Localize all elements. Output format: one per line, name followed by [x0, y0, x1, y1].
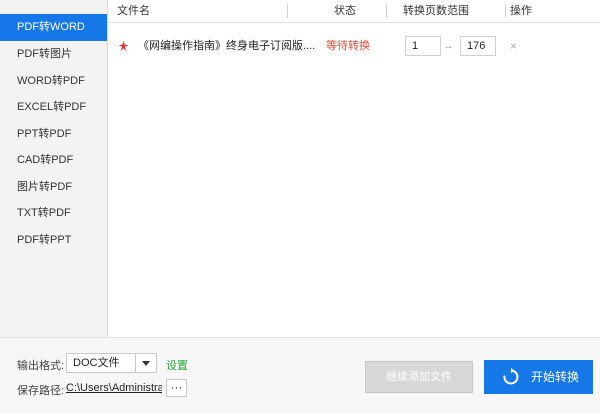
- header-page-range: 转换页数范围: [403, 5, 469, 17]
- start-convert-label: 开始转换: [531, 370, 580, 384]
- sidebar-item-excel-to-pdf[interactable]: EXCEL转PDF: [0, 94, 107, 121]
- sidebar-item-cad-to-pdf[interactable]: CAD转PDF: [0, 147, 107, 174]
- start-page-input[interactable]: [405, 36, 441, 56]
- sidebar-item-txt-to-pdf[interactable]: TXT转PDF: [0, 200, 107, 227]
- output-format-label: 输出格式:: [17, 360, 65, 372]
- column-separator: [505, 4, 506, 18]
- column-separator: [287, 4, 288, 18]
- sidebar-item-word-to-pdf[interactable]: WORD转PDF: [0, 68, 107, 95]
- sidebar-item-pdf-to-word[interactable]: PDF转WORD: [0, 14, 107, 41]
- status-badge: 等待转换: [326, 40, 370, 52]
- sidebar-item-pdf-to-ppt[interactable]: PDF转PPT: [0, 227, 107, 254]
- header-filename: 文件名: [117, 5, 150, 17]
- refresh-icon: [503, 368, 519, 385]
- header-status: 状态: [334, 5, 356, 17]
- output-format-value: DOC文件: [73, 357, 120, 369]
- header-action: 操作: [510, 5, 532, 17]
- browse-button[interactable]: ···: [166, 379, 187, 397]
- column-separator: [386, 4, 387, 18]
- arrow-right-icon: →: [443, 40, 454, 52]
- sidebar-item-pdf-to-image[interactable]: PDF转图片: [0, 41, 107, 68]
- chevron-down-icon[interactable]: [135, 354, 156, 372]
- file-table: 文件名 状态 转换页数范围 操作 《网编操作指南》终身电子订阅版.... 等待转…: [108, 0, 600, 337]
- sidebar-item-ppt-to-pdf[interactable]: PPT转PDF: [0, 121, 107, 148]
- footer-bar: 输出格式: DOC文件 设置 保存路径: C:\Users\Administra…: [0, 337, 600, 413]
- start-convert-button[interactable]: 开始转换: [484, 360, 593, 394]
- sidebar: PDF转WORD PDF转图片 WORD转PDF EXCEL转PDF PPT转P…: [0, 0, 108, 337]
- table-row: 《网编操作指南》终身电子订阅版.... 等待转换 → ×: [108, 32, 600, 60]
- header-divider: [108, 22, 600, 23]
- pdf-file-icon: [118, 40, 129, 52]
- sidebar-item-image-to-pdf[interactable]: 图片转PDF: [0, 174, 107, 201]
- save-path-label: 保存路径:: [17, 385, 65, 397]
- save-path-value[interactable]: C:\Users\Administrat: [66, 382, 162, 394]
- delete-icon[interactable]: ×: [510, 32, 517, 60]
- settings-link[interactable]: 设置: [166, 357, 188, 373]
- file-name: 《网编操作指南》终身电子订阅版....: [138, 40, 316, 52]
- output-format-select[interactable]: DOC文件: [66, 353, 157, 373]
- add-files-button[interactable]: 继续添加文件: [365, 361, 473, 393]
- end-page-input[interactable]: [460, 36, 496, 56]
